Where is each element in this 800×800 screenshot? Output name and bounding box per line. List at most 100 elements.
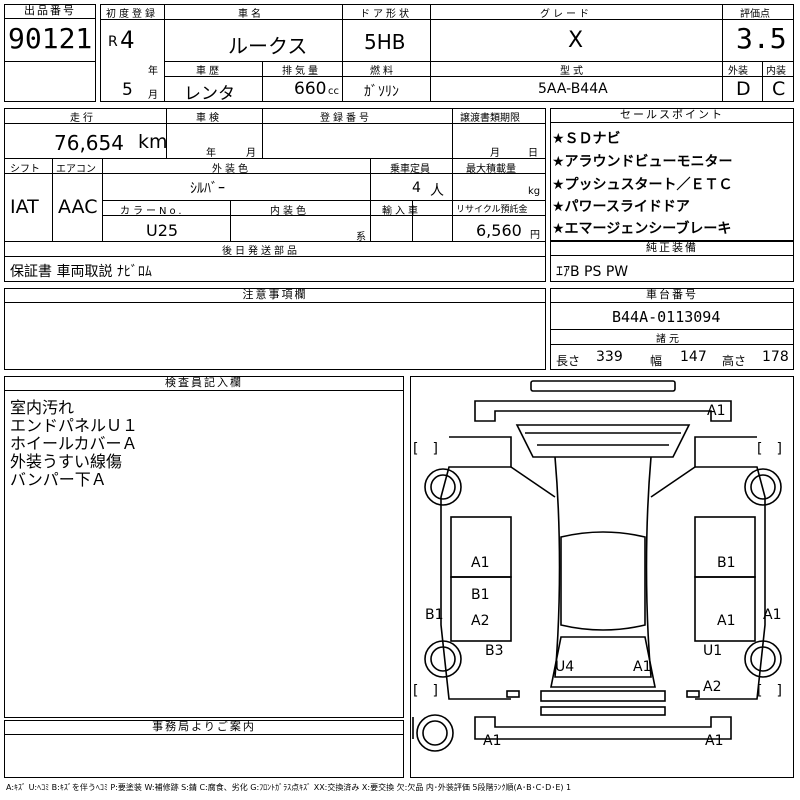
chassis-label: 車台番号 [550,288,794,303]
score-label: 評価点 [740,9,770,20]
intcolor-unit: 系 [356,232,366,243]
color-number: U25 [146,221,179,240]
damage-legend: A:ｷｽﾞ U:ﾍｺﾐ B:ｷｽﾞを伴うﾍｺﾐ P:要塗装 W:補修跡 S:錆 … [6,783,572,792]
transfer-month-unit: 月 [490,148,500,159]
inspection-month-unit: 月 [246,148,256,159]
bracket-right-bottom: [ ] [757,683,782,699]
colorno-label: カラーNo. [120,206,185,217]
load-unit: kg [528,186,541,197]
capacity-unit: 人 [430,183,444,199]
door-label: ドア形状 [360,9,412,20]
year-unit: 年 [148,66,158,77]
equipment-label: 純正装備 [550,241,794,256]
reg-month: 5 [122,80,133,100]
transfer-label: 譲渡書類期限 [460,113,520,124]
regno-label: 登録番号 [320,113,372,124]
car-outline: [ ] [ ] [ ] [ ] A1 A1 B1 B1 A2 B1 A1 A1 … [412,380,782,752]
sales-point-5: ★エマージェンシーブレーキ [552,221,732,237]
inspection-label: 車検 [196,113,222,124]
first-reg-label: 初度登録 [106,9,158,20]
width-label: 幅 [650,354,663,368]
mark-rear-bumper-left: A1 [483,733,501,749]
width: 147 [680,349,707,365]
mark-right-front-door: B1 [717,555,736,571]
door-type: 5HB [364,30,406,54]
lot-label: 出品番号 [4,4,96,19]
dims-label: 諸元 [656,334,682,345]
grade: X [568,28,584,53]
fuel-label: 燃料 [370,66,396,77]
bracket-left-top: [ ] [413,441,438,457]
mileage-unit: km [138,131,168,153]
interior-label: 内装 [766,66,786,77]
score: 3.5 [736,22,787,55]
capacity: 4 [412,180,421,196]
mark-right-rear-fender: U1 [703,643,722,659]
mark-right-rear-door: A1 [717,613,735,629]
sales-points-label: セールスポイント [550,108,794,123]
damage-diagram: [ ] [ ] [ ] [ ] A1 A1 B1 B1 A2 B1 A1 A1 … [410,376,794,778]
mileage: 76,654 [54,131,124,155]
mark-right-side: A1 [763,607,781,623]
lot-number: 90121 [8,22,93,55]
intcolor-label: 内装色 [270,206,309,217]
shift-label: シフト [10,164,40,175]
exterior-label: 外装 [728,66,748,77]
recycle-label: リサイクル預託金 [456,205,528,215]
bracket-left-bottom: [ ] [413,683,438,699]
length: 339 [596,349,623,365]
sales-point-1: ★ＳＤナビ [552,131,621,147]
sales-point-4: ★パワースライドドア [552,199,690,215]
displacement-unit: cc [328,86,339,97]
model: 5AA-B44A [538,81,608,97]
length-label: 長さ [556,354,581,368]
bracket-right-top: [ ] [757,441,782,457]
mark-rear-left: U4 [555,659,574,675]
car-name: ルークス [228,34,308,58]
exterior-grade: D [736,78,751,100]
name-label: 車名 [238,9,264,20]
displacement: 660 [294,79,327,99]
recycle-unit: 円 [530,230,540,241]
reg-year: 4 [120,26,135,54]
transfer-day-unit: 日 [528,148,538,159]
mark-rear-right: A1 [633,659,651,675]
mileage-label: 走行 [70,113,96,124]
shift: IAT [10,196,39,218]
fuel: ｶﾞｿﾘﾝ [364,84,399,100]
displacement-label: 排気量 [282,66,321,77]
mark-left-rear-door: A2 [471,613,489,629]
mark-left-rear-fender: B3 [485,643,504,659]
mark-right-rear-quarter: A2 [703,679,721,695]
chassis-number: B44A-0113094 [612,308,721,326]
height: 178 [762,349,789,365]
sales-point-2: ★アラウンドビューモニター [552,154,733,170]
mark-front-bumper: A1 [707,403,725,419]
month-unit: 月 [148,90,158,101]
color-label: 外装色 [212,164,251,175]
ac: AAC [58,196,98,218]
office-label: 事務局よりご案内 [4,720,404,735]
mark-left-side: B1 [425,607,444,623]
later-parts-label: 後日発送部品 [222,246,300,257]
mark-left-front-door: A1 [471,555,489,571]
notes-label: 注意事項欄 [4,288,546,303]
era: R [108,34,118,50]
height-label: 高さ [722,354,747,368]
grade-label: グレード [540,9,592,20]
ac-label: エアコン [56,164,96,175]
import-label: 輸入車 [382,206,421,217]
inspection-year-unit: 年 [206,148,216,159]
sales-point-3: ★プッシュスタート／ＥＴＣ [552,177,733,193]
capacity-label: 乗車定員 [390,164,430,175]
recycle-fee: 6,560 [476,221,522,240]
history-label: 車歴 [196,66,222,77]
model-label: 型式 [560,66,586,77]
load-label: 最大積載量 [466,164,516,175]
inspector-line-5: バンパー下Ａ [10,470,107,489]
exterior-color: ｼﾙﾊﾞｰ [190,181,225,197]
later-parts: 保証書 車両取説 ﾅﾋﾞﾛﾑ [10,264,152,280]
history: レンタ [184,84,235,104]
mark-rear-bumper-right: A1 [705,733,723,749]
interior-grade: C [772,78,786,100]
